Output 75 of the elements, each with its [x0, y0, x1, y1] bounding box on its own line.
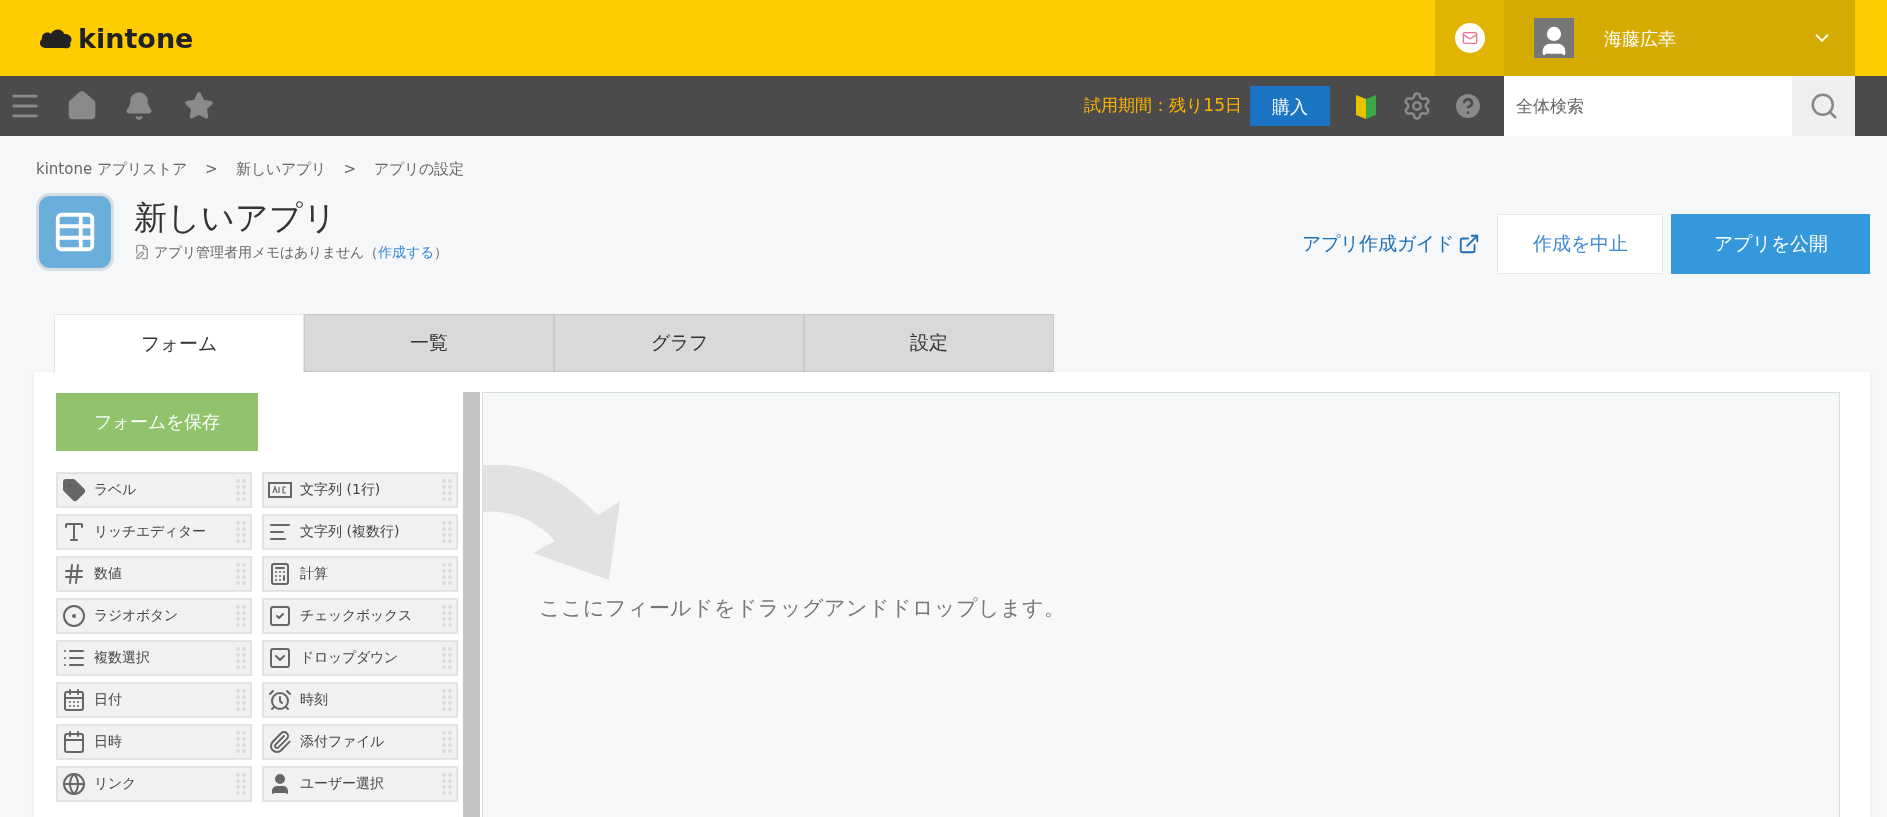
star-icon[interactable]	[184, 91, 214, 121]
field-type-label: リッチエディター	[94, 522, 207, 541]
paperclip-icon	[268, 729, 292, 754]
logo-text: kintone	[78, 24, 194, 52]
field-type-label: ラベル	[94, 480, 137, 499]
field-type-label: チェックボックス	[300, 606, 413, 625]
field-palette-item[interactable]: 文字列 (複数行)	[262, 513, 458, 550]
radio-icon	[62, 603, 86, 628]
guide-link[interactable]: アプリ作成ガイド	[1302, 229, 1480, 258]
field-type-label: 文字列 (複数行)	[300, 522, 401, 541]
field-type-label: 時刻	[300, 690, 329, 709]
alarm-clock-icon	[268, 687, 292, 712]
field-palette-item[interactable]: ラベル	[56, 471, 252, 508]
field-palette-item[interactable]: 日付	[56, 681, 252, 718]
drop-hint-text: ここにフィールドをドラッグアンドドロップします。	[539, 594, 1066, 622]
memo-text: アプリ管理者用メモはありません（	[154, 242, 378, 262]
app-title: 新しいアプリ	[134, 196, 338, 238]
memo-icon	[134, 244, 150, 261]
app-icon	[36, 192, 114, 271]
field-palette-item[interactable]: ユーザー選択	[262, 765, 458, 802]
field-type-label: 添付ファイル	[300, 732, 385, 751]
new-window-icon	[1458, 232, 1480, 255]
memo-text-end: ）	[434, 242, 448, 262]
home-icon[interactable]	[66, 90, 98, 122]
tab[interactable]: 一覧	[304, 313, 554, 372]
search-button[interactable]	[1792, 76, 1855, 136]
breadcrumb-separator: >	[204, 159, 218, 180]
field-type-label: 文字列 (1行)	[300, 480, 382, 499]
field-type-label: ラジオボタン	[94, 606, 179, 625]
breadcrumb-link[interactable]: kintone アプリストア	[36, 158, 187, 181]
calendar-icon	[62, 687, 86, 712]
buy-button[interactable]: 購入	[1250, 86, 1330, 126]
field-type-label: リンク	[94, 774, 137, 793]
tab[interactable]: 設定	[804, 313, 1054, 372]
field-type-label: 日時	[94, 732, 123, 751]
field-palette-item[interactable]: 複数選択	[56, 639, 252, 676]
field-palette-item[interactable]: 添付ファイル	[262, 723, 458, 760]
field-type-label: 数値	[94, 564, 123, 583]
mail-icon	[1454, 23, 1485, 53]
create-memo-link[interactable]: 作成する	[378, 241, 434, 263]
breadcrumb-link[interactable]: 新しいアプリ	[235, 158, 326, 181]
search-field[interactable]: 全体検索	[1504, 76, 1792, 136]
scrollbar[interactable]	[463, 391, 480, 817]
tag-icon	[62, 477, 86, 502]
field-type-label: 日付	[94, 690, 123, 709]
tab[interactable]: グラフ	[554, 313, 804, 372]
field-palette-item[interactable]: ドロップダウン	[262, 639, 458, 676]
field-type-label: ドロップダウン	[300, 648, 399, 667]
field-type-label: ユーザー選択	[300, 774, 385, 793]
field-type-label: 計算	[300, 564, 329, 583]
breadcrumb-separator: >	[343, 159, 357, 180]
avatar-icon	[1534, 18, 1574, 58]
field-palette-item[interactable]: リッチエディター	[56, 513, 252, 550]
dropdown-icon	[268, 645, 292, 670]
tab[interactable]: フォーム	[54, 313, 304, 373]
trial-period-text: 試用期間：残り15日	[1084, 94, 1242, 118]
bell-icon[interactable]	[124, 91, 154, 121]
field-palette-item[interactable]: リンク	[56, 765, 252, 802]
field-palette-item[interactable]: 時刻	[262, 681, 458, 718]
globe-icon	[62, 771, 86, 796]
calculator-icon	[268, 561, 292, 586]
calendar-icon	[62, 729, 86, 754]
field-palette-item[interactable]: ラジオボタン	[56, 597, 252, 634]
notification-area[interactable]	[1435, 0, 1504, 76]
checkbox-icon	[268, 603, 292, 628]
field-palette-item[interactable]: チェックボックス	[262, 597, 458, 634]
settings-icon[interactable]	[1402, 91, 1432, 121]
field-palette-item[interactable]: 計算	[262, 555, 458, 592]
field-type-label: 複数選択	[94, 648, 151, 667]
field-palette-item[interactable]: 日時	[56, 723, 252, 760]
field-palette-item[interactable]: 数値	[56, 555, 252, 592]
number-icon	[62, 561, 86, 586]
field-palette-item[interactable]: 文字列 (1行)	[262, 471, 458, 508]
user-name: 海藤広幸	[1604, 26, 1676, 51]
cancel-button[interactable]: 作成を中止	[1497, 213, 1663, 274]
